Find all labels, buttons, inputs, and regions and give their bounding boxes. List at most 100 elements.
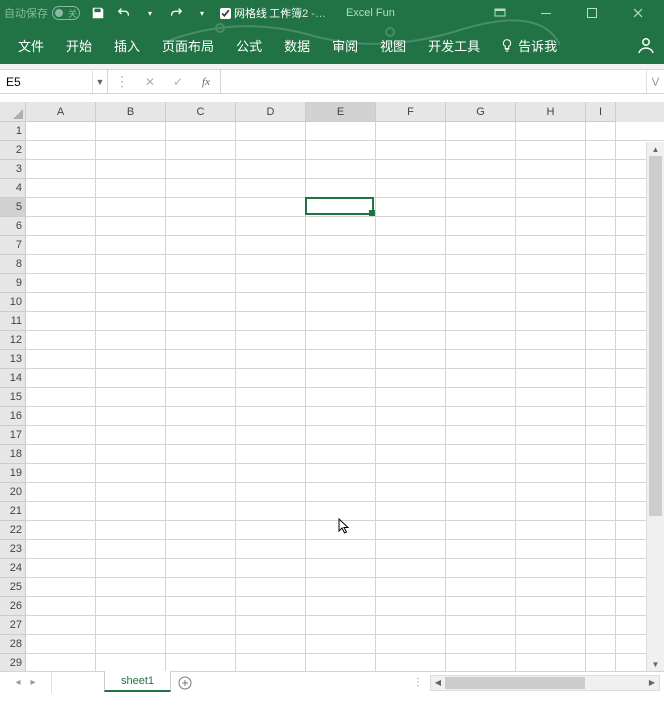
tab-page-layout[interactable]: 页面布局	[152, 28, 224, 63]
name-box-input[interactable]	[0, 70, 92, 93]
column-header[interactable]: B	[96, 102, 166, 122]
column-header[interactable]: D	[236, 102, 306, 122]
maximize-button[interactable]	[570, 0, 614, 26]
row-header[interactable]: 22	[0, 521, 26, 540]
redo-dropdown-icon[interactable]: ▾	[194, 5, 210, 21]
row-header[interactable]: 19	[0, 464, 26, 483]
active-cell-outline[interactable]	[305, 197, 374, 215]
autosave-toggle[interactable]: 自动保存 关	[4, 5, 80, 21]
autosave-label: 自动保存	[4, 5, 48, 21]
row-header[interactable]: 27	[0, 616, 26, 635]
row-header[interactable]: 1	[0, 122, 26, 141]
row-header[interactable]: 9	[0, 274, 26, 293]
tab-formulas[interactable]: 公式	[226, 28, 272, 63]
hscroll-thumb[interactable]	[445, 677, 585, 689]
sheet-bar-splitter[interactable]: ⋮	[407, 677, 430, 688]
name-box[interactable]: ▼	[0, 70, 108, 93]
row-header[interactable]: 8	[0, 255, 26, 274]
column-headers: ABCDEFGHI	[0, 102, 664, 122]
row-header[interactable]: 20	[0, 483, 26, 502]
row-header[interactable]: 23	[0, 540, 26, 559]
window-controls	[478, 0, 660, 26]
scroll-up-icon[interactable]: ▲	[647, 142, 664, 156]
row-header[interactable]: 18	[0, 445, 26, 464]
fb-more-icon[interactable]: ⋮	[108, 70, 136, 93]
gridlines-checkbox[interactable]: 网格线	[220, 5, 267, 21]
column-header[interactable]: G	[446, 102, 516, 122]
sheet-prev-icon[interactable]: ◂	[15, 677, 20, 688]
row-header[interactable]: 25	[0, 578, 26, 597]
column-header[interactable]: C	[166, 102, 236, 122]
insert-function-button[interactable]: fx	[192, 70, 220, 93]
spreadsheet-grid: ABCDEFGHI 123456789101112131415161718192…	[0, 102, 664, 671]
sheet-tab-active[interactable]: sheet1	[104, 671, 171, 692]
gridlines-check-icon[interactable]	[220, 8, 231, 19]
minimize-button[interactable]	[524, 0, 568, 26]
column-header[interactable]: I	[586, 102, 616, 122]
row-header[interactable]: 12	[0, 331, 26, 350]
row-header[interactable]: 6	[0, 217, 26, 236]
row-header[interactable]: 24	[0, 559, 26, 578]
formula-input[interactable]	[221, 70, 646, 93]
row-header[interactable]: 28	[0, 635, 26, 654]
select-all-corner[interactable]	[0, 102, 26, 122]
row-header[interactable]: 16	[0, 407, 26, 426]
row-header[interactable]: 11	[0, 312, 26, 331]
new-sheet-button[interactable]	[171, 672, 199, 693]
tell-me-button[interactable]: 告诉我	[500, 36, 557, 55]
scroll-down-icon[interactable]: ▼	[647, 657, 664, 671]
sheet-tab-bar: ◂ ▸ sheet1 ⋮ ◀ ▶	[0, 671, 664, 693]
row-header[interactable]: 13	[0, 350, 26, 369]
formula-bar-expand-icon[interactable]: ⋁	[646, 70, 664, 93]
vscroll-thumb[interactable]	[649, 156, 662, 516]
column-header[interactable]: A	[26, 102, 96, 122]
tab-view[interactable]: 视图	[370, 28, 416, 63]
tab-file[interactable]: 文件	[8, 28, 54, 63]
column-header[interactable]: H	[516, 102, 586, 122]
tab-review[interactable]: 审阅	[322, 28, 368, 63]
gridlines-label: 网格线	[234, 5, 267, 21]
cancel-icon[interactable]: ✕	[136, 70, 164, 93]
column-header[interactable]: F	[376, 102, 446, 122]
undo-icon[interactable]	[116, 5, 132, 21]
quick-access-toolbar: ▾ ▾ 网格线 »	[90, 5, 293, 21]
lightbulb-icon	[500, 38, 514, 52]
undo-dropdown-icon[interactable]: ▾	[142, 5, 158, 21]
row-header[interactable]: 15	[0, 388, 26, 407]
scroll-left-icon[interactable]: ◀	[431, 678, 445, 687]
column-header[interactable]: E	[306, 102, 376, 122]
user-account-icon[interactable]	[636, 35, 656, 55]
row-header[interactable]: 7	[0, 236, 26, 255]
row-header[interactable]: 21	[0, 502, 26, 521]
window-title: 工作簿2 -… Excel Fun	[269, 5, 395, 21]
row-headers: 1234567891011121314151617181920212223242…	[0, 122, 26, 671]
sheet-next-icon[interactable]: ▸	[31, 677, 36, 688]
row-header[interactable]: 14	[0, 369, 26, 388]
scroll-right-icon[interactable]: ▶	[645, 678, 659, 687]
close-button[interactable]	[616, 0, 660, 26]
redo-icon[interactable]	[168, 5, 184, 21]
row-header[interactable]: 4	[0, 179, 26, 198]
ribbon-display-icon[interactable]	[478, 0, 522, 26]
tell-me-label: 告诉我	[518, 36, 557, 55]
horizontal-scrollbar[interactable]: ◀ ▶	[430, 675, 660, 691]
name-box-dropdown-icon[interactable]: ▼	[92, 70, 107, 93]
row-header[interactable]: 3	[0, 160, 26, 179]
row-header[interactable]: 29	[0, 654, 26, 671]
enter-icon[interactable]: ✓	[164, 70, 192, 93]
row-header[interactable]: 10	[0, 293, 26, 312]
tab-data[interactable]: 数据	[274, 28, 320, 63]
title-bar: 自动保存 关 ▾ ▾ 网格线 » 工作簿2 -… Excel Fun	[0, 0, 664, 26]
save-icon[interactable]	[90, 5, 106, 21]
row-header[interactable]: 26	[0, 597, 26, 616]
row-header[interactable]: 17	[0, 426, 26, 445]
row-header[interactable]: 2	[0, 141, 26, 160]
cells-area[interactable]	[26, 122, 664, 671]
tab-insert[interactable]: 插入	[104, 28, 150, 63]
tab-home[interactable]: 开始	[56, 28, 102, 63]
vertical-scrollbar[interactable]: ▲ ▼	[646, 142, 664, 671]
row-header[interactable]: 5	[0, 198, 26, 217]
sheet-nav-buttons[interactable]: ◂ ▸	[0, 672, 52, 693]
plus-circle-icon	[178, 676, 192, 690]
tab-developer[interactable]: 开发工具	[418, 28, 490, 63]
